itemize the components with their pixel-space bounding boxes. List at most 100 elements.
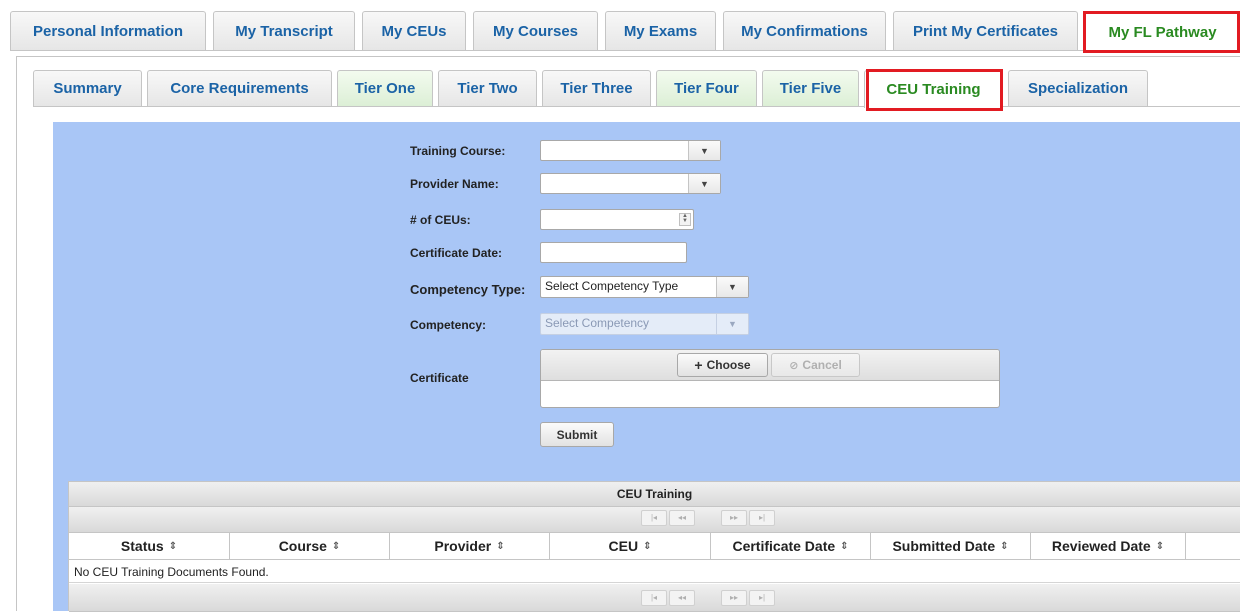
- sort-icon: ⇕: [840, 540, 849, 552]
- column-header-status[interactable]: Status ⇕: [69, 533, 230, 559]
- column-label: Status: [120, 538, 164, 554]
- tab-specialization[interactable]: Specialization: [1008, 70, 1148, 106]
- competency-label: Competency:: [410, 318, 487, 332]
- tab-label: Tier Four: [674, 80, 739, 97]
- tab-label: Tier Five: [779, 80, 842, 97]
- sort-icon: ⇕: [168, 540, 178, 552]
- chevron-down-icon[interactable]: ▼: [688, 174, 720, 193]
- last-page-icon[interactable]: ▸|: [749, 510, 775, 526]
- grid-pager-top: |◂ ◂◂ ▸▸ ▸|: [69, 507, 1240, 533]
- column-label: CEU: [608, 538, 639, 554]
- tab-summary[interactable]: Summary: [33, 70, 142, 106]
- tab-label: Tier Three: [560, 80, 633, 97]
- tab-tier-one[interactable]: Tier One: [337, 70, 433, 106]
- choose-button[interactable]: + Choose: [677, 353, 768, 377]
- tab-my-fl-pathway[interactable]: My FL Pathway: [1085, 11, 1240, 52]
- empty-message: No CEU Training Documents Found.: [74, 565, 269, 579]
- upload-toolbar: [541, 350, 999, 381]
- competency-type-dropdown[interactable]: Select Competency Type ▼: [540, 276, 749, 298]
- tab-label: Core Requirements: [170, 80, 309, 97]
- tab-label: My Confirmations: [741, 22, 868, 40]
- tab-tier-two[interactable]: Tier Two: [438, 70, 537, 106]
- sort-icon: ⇕: [643, 540, 652, 552]
- tab-label: My FL Pathway: [1108, 23, 1217, 41]
- submit-label: Submit: [556, 427, 598, 442]
- tab-tier-three[interactable]: Tier Three: [542, 70, 651, 106]
- plus-icon: +: [694, 357, 703, 373]
- submit-button[interactable]: Submit: [540, 422, 614, 447]
- tab-label: Specialization: [1027, 80, 1129, 97]
- certificate-upload: + Choose ⊘ Cancel: [540, 349, 1000, 408]
- tab-tier-five[interactable]: Tier Five: [762, 70, 859, 106]
- provider-name-dropdown[interactable]: ▼: [540, 173, 721, 194]
- training-course-dropdown[interactable]: ▼: [540, 140, 721, 161]
- column-label: Provider: [434, 538, 492, 554]
- provider-name-label: Provider Name:: [410, 177, 499, 191]
- column-header-provider[interactable]: Provider ⇕: [390, 533, 550, 559]
- grid-caption: CEU Training: [69, 482, 1240, 507]
- chevron-down-icon[interactable]: ▼: [688, 141, 720, 160]
- column-header-submitted-date[interactable]: Submitted Date ⇕: [871, 533, 1031, 559]
- spinner-arrows-icon[interactable]: ▲ ▼: [679, 213, 691, 226]
- column-label: Submitted Date: [892, 538, 996, 554]
- tab-my-courses[interactable]: My Courses: [473, 11, 598, 50]
- tab-tier-four[interactable]: Tier Four: [656, 70, 757, 106]
- choose-label: Choose: [706, 358, 751, 372]
- ceus-label: # of CEUs:: [410, 213, 471, 227]
- column-header-course[interactable]: Course ⇕: [230, 533, 390, 559]
- pathway-tab-strip: Summary Core Requirements Tier One Tier …: [33, 70, 1240, 108]
- column-header-ceu[interactable]: CEU ⇕: [550, 533, 711, 559]
- empty-row: No CEU Training Documents Found.: [69, 561, 1240, 583]
- sort-icon: ⇕: [1155, 540, 1165, 552]
- tab-label: My Exams: [623, 22, 698, 40]
- column-header-reviewed-date[interactable]: Reviewed Date ⇕: [1031, 533, 1186, 559]
- first-page-icon[interactable]: |◂: [641, 590, 667, 606]
- certificate-label: Certificate: [410, 371, 469, 385]
- tab-personal-information[interactable]: Personal Information: [10, 11, 206, 50]
- training-course-label: Training Course:: [410, 144, 506, 158]
- competency-type-label: Competency Type:: [410, 282, 526, 297]
- competency-value: Select Competency: [545, 316, 650, 330]
- prev-page-icon[interactable]: ◂◂: [669, 510, 695, 526]
- tab-my-exams[interactable]: My Exams: [605, 11, 716, 50]
- column-label: Reviewed Date: [1051, 538, 1151, 554]
- upload-dropzone[interactable]: [541, 381, 999, 407]
- tab-label: CEU Training: [886, 81, 981, 98]
- tab-my-ceus[interactable]: My CEUs: [362, 11, 466, 50]
- column-header-certificate-date[interactable]: Certificate Date ⇕: [711, 533, 871, 559]
- competency-dropdown[interactable]: Select Competency ▼: [540, 313, 749, 335]
- tab-core-requirements[interactable]: Core Requirements: [147, 70, 332, 106]
- next-page-icon[interactable]: ▸▸: [721, 510, 747, 526]
- grid-header-row: Status ⇕ Course ⇕ Provider ⇕ CEU ⇕ Certifica…: [69, 533, 1240, 560]
- sort-icon: ⇕: [496, 540, 505, 552]
- tab-label: Print My Certificates: [912, 22, 1059, 40]
- first-page-icon[interactable]: |◂: [641, 510, 667, 526]
- next-page-icon[interactable]: ▸▸: [721, 590, 747, 606]
- main-tab-strip: Personal Information My Transcript My CE…: [10, 11, 1240, 52]
- column-label: Course: [278, 538, 327, 554]
- cancel-button[interactable]: ⊘ Cancel: [771, 353, 860, 377]
- ceu-training-grid: CEU Training |◂ ◂◂ ▸▸ ▸| Status ⇕ Course ⇕…: [68, 481, 1240, 612]
- tab-label: Tier Two: [457, 80, 518, 97]
- tab-label: My CEUs: [381, 22, 447, 40]
- certificate-date-label: Certificate Date:: [410, 246, 503, 260]
- tab-label: Summary: [53, 80, 122, 97]
- tab-my-confirmations[interactable]: My Confirmations: [723, 11, 886, 50]
- last-page-icon[interactable]: ▸|: [749, 590, 775, 606]
- grid-pager-bottom: |◂ ◂◂ ▸▸ ▸|: [69, 584, 1240, 612]
- sort-icon: ⇕: [331, 540, 341, 552]
- tab-my-transcript[interactable]: My Transcript: [213, 11, 355, 50]
- chevron-down-icon[interactable]: ▼: [716, 314, 748, 334]
- cancel-label: Cancel: [802, 358, 842, 372]
- sort-icon: ⇕: [1000, 540, 1009, 552]
- grid-title: CEU Training: [616, 487, 693, 501]
- tab-label: Personal Information: [32, 22, 184, 40]
- chevron-down-icon[interactable]: ▼: [716, 277, 748, 297]
- tab-label: My Courses: [492, 22, 579, 40]
- certificate-date-field[interactable]: [540, 242, 687, 263]
- prev-page-icon[interactable]: ◂◂: [669, 590, 695, 606]
- ceus-stepper[interactable]: ▲ ▼: [540, 209, 694, 230]
- tab-ceu-training[interactable]: CEU Training: [864, 70, 1003, 108]
- tab-print-my-certificates[interactable]: Print My Certificates: [893, 11, 1078, 50]
- competency-type-value: Select Competency Type: [545, 279, 679, 293]
